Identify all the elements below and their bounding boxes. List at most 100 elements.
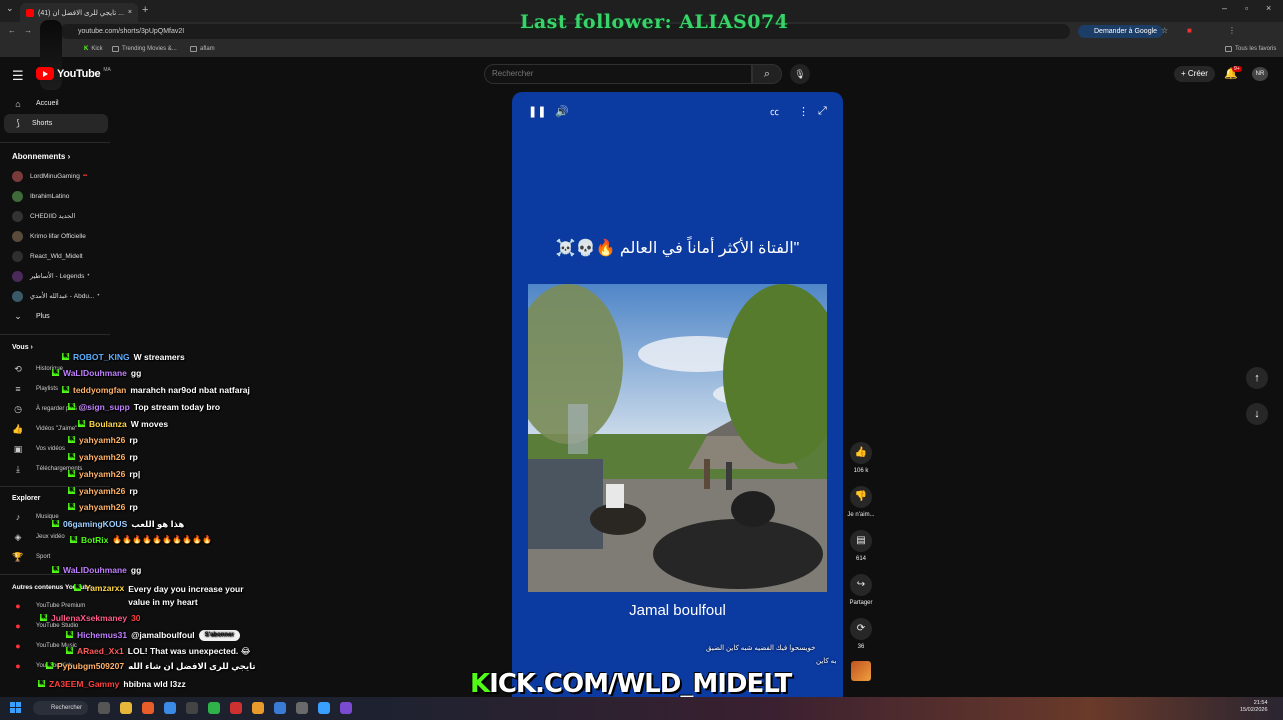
ask-google-button[interactable]: Demander à Google <box>1078 25 1164 38</box>
sub-item[interactable]: عبدالله الأمدي - Abdu... • <box>0 287 110 305</box>
chat-message: Kyahyamh26 rp <box>68 452 138 462</box>
url-text: youtube.com/shorts/3pUpQMfav2I <box>78 28 185 35</box>
chat-message: K BotRix 🔥🔥🔥🔥🔥🔥🔥🔥🔥🔥 <box>70 535 212 545</box>
app-icon[interactable] <box>274 702 286 714</box>
app-icon[interactable] <box>252 702 264 714</box>
captions-icon[interactable]: ㏄ <box>770 105 779 118</box>
shorts-player[interactable]: ❚❚ 🔊 ㏄ ⋮ ⤢ "الفتاة الأكثر أماناً في العا… <box>512 92 843 700</box>
extension-icon[interactable]: ■ <box>1187 26 1192 35</box>
chrome-icon[interactable] <box>164 702 176 714</box>
windows-start-icon[interactable] <box>10 702 21 713</box>
arrow-down-icon: ↓ <box>1254 408 1260 420</box>
channel-avatar <box>12 250 23 262</box>
search-input[interactable]: Rechercher <box>484 64 752 84</box>
kick-app-icon[interactable] <box>208 702 220 714</box>
sub-item[interactable]: LordMinuGaming ▪▪ <box>0 167 110 185</box>
like-button[interactable]: 👍 106 k <box>846 442 876 474</box>
sub-item[interactable]: الأساطير - Legends • <box>0 267 110 285</box>
sub-item[interactable]: CHEDIID الحديد <box>0 207 110 225</box>
sub-item[interactable]: Krimo lifar Officielle <box>0 227 110 245</box>
sidebar-divider <box>0 142 110 143</box>
next-short-button[interactable]: ↓ <box>1246 403 1268 425</box>
chevron-down-icon: ⌄ <box>14 311 22 321</box>
chat-message: Kyahyamh26 rp <box>68 502 138 512</box>
dislike-button[interactable]: 👎 Je n'aim... <box>846 486 876 518</box>
sidebar-item-home[interactable]: ⌂ Accueil <box>0 94 110 113</box>
bookmark-aflam[interactable]: aflam <box>190 46 215 52</box>
hamburger-menu-icon[interactable]: ☰ <box>12 68 24 84</box>
tab-list-icon[interactable]: ⌄ <box>6 3 14 14</box>
menu-dots-icon[interactable]: ⋮ <box>1228 26 1236 35</box>
sub-item[interactable]: IbrahimLatino <box>0 187 110 205</box>
new-tab-button[interactable]: + <box>142 4 148 16</box>
obs-icon[interactable] <box>186 702 198 714</box>
comments-button[interactable]: ▤ 614 <box>846 530 876 562</box>
app-icon[interactable] <box>296 702 308 714</box>
share-button[interactable]: ↪ Partager <box>846 574 876 606</box>
chat-message: K Hichemus31 @jamalboulfoul S'abonner <box>66 630 240 641</box>
chat-message: K @sign_supp Top stream today bro <box>68 402 221 412</box>
home-icon: ⌂ <box>15 98 21 109</box>
search-button[interactable]: ⌕ <box>752 64 782 84</box>
video-scene <box>528 284 827 592</box>
chat-message: K 06gamingKOUS هذا هو اللعب <box>52 519 185 529</box>
brave-icon[interactable] <box>142 702 154 714</box>
sound-thumbnail[interactable] <box>851 661 871 681</box>
minimize-icon[interactable]: – <box>1222 3 1227 13</box>
volume-icon[interactable]: 🔊 <box>555 105 569 118</box>
browser-tab[interactable]: (41) تايجي للرى الافضل ان ... × <box>20 3 138 22</box>
channel-avatar <box>12 270 23 282</box>
task-view-icon[interactable] <box>98 702 110 714</box>
chat-message: K ARaed_Xx1 LOL! That was unexpected. 😂 <box>66 646 251 656</box>
chat-message: K WaLIDouhmane gg <box>52 368 142 378</box>
sub-item[interactable]: React_Wld_Midelt <box>0 247 110 265</box>
voice-search-button[interactable]: 🎙 <box>790 64 810 84</box>
app-icon[interactable] <box>230 702 242 714</box>
sidebar-item-shorts[interactable]: ⟆ Shorts <box>4 114 108 133</box>
previous-short-button[interactable]: ↑ <box>1246 367 1268 389</box>
maximize-icon[interactable]: ▫ <box>1245 3 1248 13</box>
channel-avatar <box>12 290 23 302</box>
subscriptions-heading[interactable]: Abonnements › <box>12 152 70 161</box>
notification-count-badge: 9+ <box>1232 66 1242 72</box>
fullscreen-icon[interactable]: ⤢ <box>818 105 827 118</box>
tab-title: (41) تايجي للرى الافضل ان ... <box>38 9 124 17</box>
chat-message: Kyahyamh26 rp <box>68 486 138 496</box>
account-avatar[interactable]: NR <box>1252 67 1268 81</box>
youtube-logo[interactable]: YouTube MA <box>36 67 111 80</box>
app-icon[interactable] <box>318 702 330 714</box>
file-explorer-icon[interactable] <box>120 702 132 714</box>
remix-count: 36 <box>857 644 865 650</box>
channel-avatar <box>12 230 23 242</box>
discord-icon[interactable] <box>340 702 352 714</box>
share-icon: ↪ <box>850 574 872 596</box>
bookmarks-bar: K Kick Trending Movies &... aflam Tous le… <box>0 42 1283 57</box>
search-icon: ⌕ <box>763 68 771 80</box>
tab-close-icon[interactable]: × <box>128 9 132 16</box>
video-frame[interactable] <box>528 284 827 592</box>
remix-button[interactable]: ⟳ 36 <box>846 618 876 650</box>
thumbs-down-icon: 👎 <box>850 486 872 508</box>
sidebar-more[interactable]: ⌄ Plus <box>0 307 110 326</box>
all-bookmarks[interactable]: Tous les favoris <box>1225 46 1276 52</box>
bookmark-trending[interactable]: Trending Movies &... <box>112 46 177 52</box>
taskbar-clock[interactable]: 21:54 15/02/2026 <box>1240 700 1268 714</box>
comment-icon: ▤ <box>850 530 872 552</box>
shorts-icon: ⟆ <box>16 118 20 128</box>
chat-message: K WaLIDouhmane gg <box>52 565 142 575</box>
subscribe-chip[interactable]: S'abonner <box>198 630 240 641</box>
chat-message: K ROBOT_KING W streamers <box>62 352 185 362</box>
taskbar-search[interactable]: Rechercher <box>33 701 88 715</box>
forward-icon[interactable]: → <box>24 26 32 35</box>
bookmark-kick[interactable]: K Kick <box>84 46 103 52</box>
pause-icon[interactable]: ❚❚ <box>528 105 546 118</box>
bookmark-star-icon[interactable]: ☆ <box>1161 26 1168 35</box>
back-icon[interactable]: ← <box>8 26 16 35</box>
video-description: خويسحوا فيك الفضيه شبه كاين الضيق <box>706 645 816 652</box>
more-options-icon[interactable]: ⋮ <box>798 105 809 118</box>
chat-message: Kteddyomgfan marahch nar9od nbat natfaraj <box>62 385 250 395</box>
channel-avatar <box>12 210 23 222</box>
chat-message: K ZA3EEM_Gammy hbibna wld l3zz <box>38 679 186 689</box>
create-button[interactable]: + Créer <box>1174 66 1215 82</box>
close-window-icon[interactable]: × <box>1266 3 1271 13</box>
